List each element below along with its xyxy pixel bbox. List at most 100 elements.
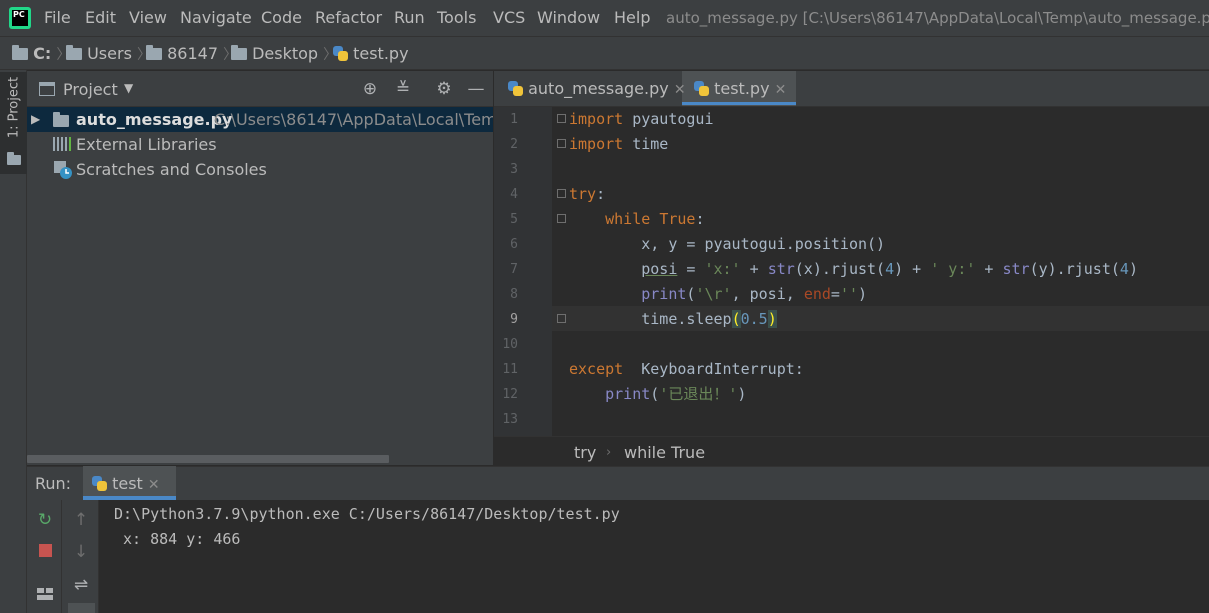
code-token: ' y:': [930, 260, 976, 278]
menu-help[interactable]: Help: [614, 8, 650, 28]
breadcrumb-86147[interactable]: 86147 〉: [146, 44, 237, 65]
editor-breadcrumb-try[interactable]: try: [574, 443, 596, 463]
folder-icon: [7, 150, 21, 168]
tab-test[interactable]: test.py ✕: [694, 71, 786, 106]
folder-icon: [12, 45, 28, 60]
python-file-icon: [508, 81, 523, 96]
collapse-all-icon[interactable]: ≚: [393, 79, 413, 99]
folder-icon: [146, 45, 162, 60]
code-line: x, y = pyautogui.position(): [569, 232, 885, 257]
menu-edit[interactable]: Edit: [85, 8, 116, 28]
fold-marker-icon[interactable]: [557, 314, 566, 323]
code-token: ): [1128, 260, 1138, 278]
code-token: '\r': [695, 285, 732, 303]
editor-breadcrumb-while[interactable]: while True: [624, 443, 705, 463]
breadcrumb-users[interactable]: Users 〉: [66, 44, 151, 65]
breadcrumb-file[interactable]: test.py: [333, 44, 409, 64]
menu-view[interactable]: View: [129, 8, 167, 28]
line-number: 5: [510, 212, 518, 227]
menu-vcs[interactable]: VCS: [493, 8, 525, 28]
code-token: end: [803, 285, 831, 303]
fold-marker-icon[interactable]: [557, 189, 566, 198]
run-label: Run:: [35, 474, 72, 493]
code-token: :: [695, 210, 705, 228]
menu-file[interactable]: File: [44, 8, 71, 28]
hide-panel-icon[interactable]: —: [466, 79, 486, 99]
line-number: 13: [502, 412, 518, 427]
soft-wrap-icon[interactable]: ⇌: [71, 575, 91, 595]
code-token: True: [659, 210, 696, 228]
menu-window[interactable]: Window: [537, 8, 600, 28]
code-line: import time: [569, 132, 668, 157]
gear-icon[interactable]: ⚙: [434, 79, 454, 99]
code-token: ): [767, 310, 777, 328]
line-number: 2: [510, 137, 518, 152]
tree-item-label: External Libraries: [76, 135, 217, 154]
code-line: posi = 'x:' + str(x).rjust(4) + ' y:' + …: [569, 257, 1138, 282]
menu-code[interactable]: Code: [261, 8, 302, 28]
breadcrumb-desktop[interactable]: Desktop 〉: [231, 44, 337, 65]
window-title: auto_message.py [C:\Users\86147\AppData\…: [666, 9, 1209, 27]
horizontal-scrollbar[interactable]: [27, 455, 389, 463]
restore-layout-icon[interactable]: [37, 586, 53, 600]
menu-navigate[interactable]: Navigate: [180, 8, 252, 28]
menu-tools[interactable]: Tools: [437, 8, 476, 28]
code-token: import: [569, 110, 633, 128]
locate-file-icon[interactable]: ⊕: [360, 79, 380, 99]
tab-auto-message[interactable]: auto_message.py ✕: [508, 71, 686, 106]
console-line: x: 884 y: 466: [114, 530, 241, 548]
up-arrow-icon[interactable]: ↑: [71, 510, 91, 530]
code-token: +: [975, 260, 1003, 278]
code-token: (x).rjust(: [794, 260, 886, 278]
code-token: 'x:': [704, 260, 741, 278]
code-token: 4: [1119, 260, 1129, 278]
code-token: 0.5: [740, 310, 768, 328]
code-token: =: [677, 260, 705, 278]
code-token: import: [569, 135, 633, 153]
run-tab-label: test ✕: [92, 474, 160, 495]
stop-icon[interactable]: [39, 544, 52, 557]
code-line: print('\r', posi, end=''): [569, 282, 867, 307]
code-token: :: [596, 185, 606, 203]
code-line: try:: [569, 182, 605, 207]
scroll-to-end-icon[interactable]: [68, 603, 95, 613]
python-file-icon: [694, 81, 709, 96]
code-token: try: [569, 185, 597, 203]
code-token: str: [767, 260, 795, 278]
code-token: time: [632, 135, 669, 153]
python-icon: [92, 476, 107, 491]
line-number: 7: [510, 262, 518, 277]
fold-marker-icon[interactable]: [557, 139, 566, 148]
line-number: 11: [502, 362, 518, 377]
scratches-icon: [53, 160, 73, 180]
fold-marker-icon[interactable]: [557, 214, 566, 223]
tree-item-label: Scratches and Consoles: [76, 160, 267, 179]
code-token: 4: [885, 260, 895, 278]
menu-run[interactable]: Run: [394, 8, 425, 28]
folder-icon: [66, 45, 82, 60]
menu-refactor[interactable]: Refactor: [315, 8, 382, 28]
console-line: D:\Python3.7.9\python.exe C:/Users/86147…: [114, 505, 620, 523]
rerun-icon[interactable]: ↻: [35, 510, 55, 530]
chevron-down-icon[interactable]: ▼: [124, 81, 133, 95]
close-icon[interactable]: ✕: [674, 82, 686, 98]
tree-item-path: C:\Users\86147\AppData\Local\Temp\: [214, 110, 493, 129]
close-icon[interactable]: ✕: [775, 82, 787, 98]
code-token: str: [1002, 260, 1030, 278]
code-token: ) +: [894, 260, 931, 278]
folder-icon: [231, 45, 247, 60]
library-icon: [53, 136, 71, 151]
expand-arrow-icon[interactable]: ▶: [31, 112, 40, 126]
fold-marker-icon[interactable]: [557, 114, 566, 123]
down-arrow-icon[interactable]: ↓: [71, 542, 91, 562]
code-token: '': [839, 285, 858, 303]
project-view-selector[interactable]: Project: [63, 80, 118, 100]
line-number: 8: [510, 287, 518, 302]
code-token: print: [641, 285, 687, 303]
line-number: 9: [510, 312, 518, 327]
code-line: while True:: [569, 207, 704, 232]
close-icon[interactable]: ✕: [148, 477, 160, 493]
run-panel-header: [27, 466, 1209, 500]
